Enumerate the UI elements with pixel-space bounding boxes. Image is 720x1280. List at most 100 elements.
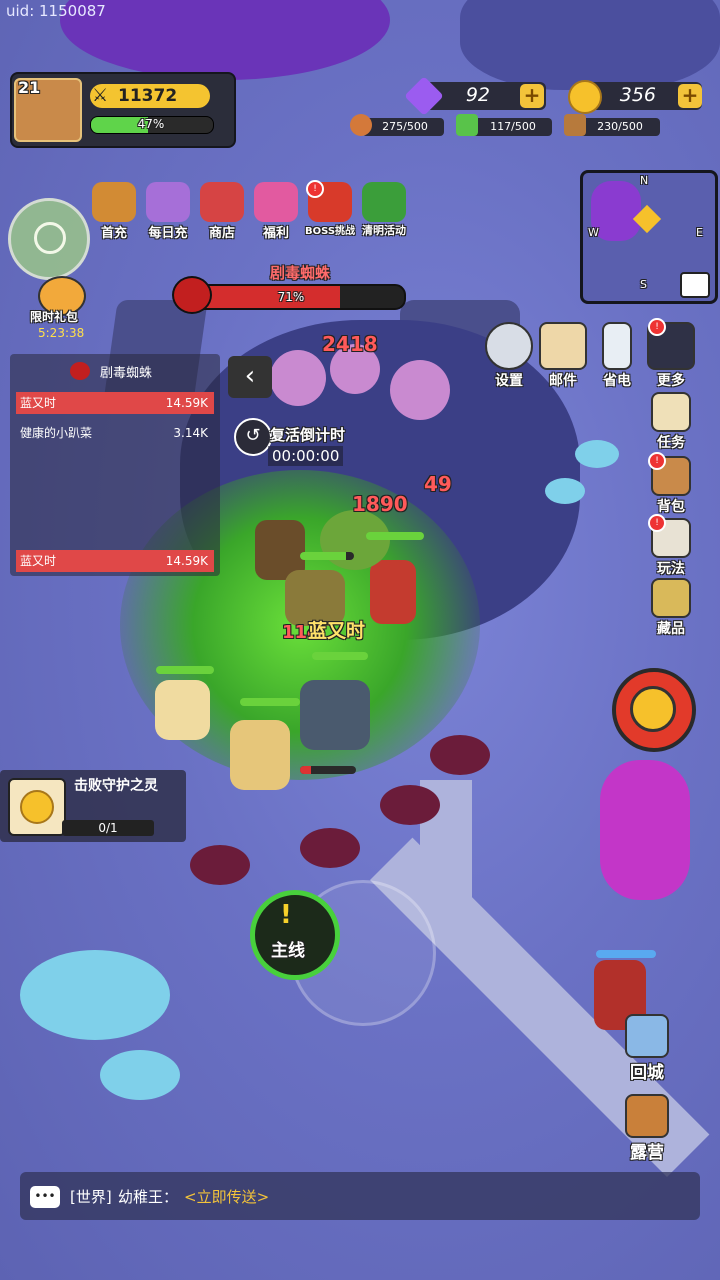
quest-progress: 0/1	[98, 821, 118, 835]
hero-hp-bar	[240, 698, 300, 706]
welfare-label: 福利	[262, 226, 289, 241]
herb-icon	[456, 114, 478, 136]
main-quest-label: 主线	[271, 941, 305, 961]
boss-name: 剧毒蜘蛛	[269, 264, 330, 282]
first-recharge-label: 首充	[100, 226, 127, 241]
settings-button[interactable]: 设置	[482, 322, 536, 390]
gameplay-label: 玩法	[657, 561, 685, 577]
gear-icon	[485, 322, 533, 370]
herb-value: 117/500	[490, 120, 536, 133]
damage-row-value: 14.59K	[165, 396, 208, 410]
limited-gift-label[interactable]: 限时礼包	[30, 308, 78, 325]
damage-number: 1890	[352, 492, 408, 516]
revive-label: 复活倒计时	[270, 426, 346, 444]
chat-channel: [世界]	[70, 1188, 112, 1206]
minimap-south: S	[640, 278, 647, 291]
meat-value: 275/500	[382, 120, 428, 133]
glow-mushroom	[545, 478, 585, 504]
daily-recharge-label: 每日充	[148, 226, 188, 241]
welfare-button[interactable]: 福利	[250, 182, 302, 241]
power-save-button[interactable]: 省电	[590, 322, 644, 390]
minimap-east: E	[696, 226, 703, 239]
shop-stall-icon	[200, 182, 244, 222]
tree-canopy	[60, 0, 390, 80]
boss-challenge-label: BOSS挑战	[304, 226, 356, 237]
shop-button[interactable]: 商店	[196, 182, 248, 241]
envelope-icon	[539, 322, 587, 370]
minimap-west: W	[588, 226, 599, 239]
power-save-label: 省电	[603, 373, 631, 389]
shop-label: 商店	[208, 226, 235, 241]
damage-row-name: 蓝又时	[20, 396, 57, 410]
mail-label: 邮件	[549, 373, 577, 389]
damage-ranking-panel	[10, 354, 220, 576]
add-gems-button[interactable]: +	[520, 84, 544, 108]
gift-box-icon	[254, 182, 298, 222]
first-recharge-button[interactable]: 首充	[88, 182, 140, 241]
quest-title: 击败守护之灵	[74, 778, 158, 794]
notification-badge: !	[648, 318, 666, 336]
camera-icon[interactable]	[680, 272, 710, 298]
crossed-swords-icon: ⚔	[92, 85, 109, 106]
glow-mushroom	[575, 440, 619, 468]
chat-bubble-icon[interactable]: •••	[30, 1186, 60, 1208]
combat-power-value: 11372	[118, 86, 178, 106]
spider-enemy[interactable]	[380, 785, 440, 825]
damage-row-value: 14.59K	[165, 554, 208, 568]
damage-row: 健康的小趴菜 3.14K	[16, 422, 214, 444]
camp-label: 露营	[630, 1143, 664, 1163]
scroll-icon	[651, 392, 691, 432]
camp-button[interactable]: 露营	[620, 1094, 674, 1163]
damage-panel-title: 剧毒蜘蛛	[100, 366, 153, 381]
boss-hp-percent: 71%	[277, 290, 305, 304]
chat-teleport-link[interactable]: <立即传送>	[184, 1186, 269, 1207]
npc-hp-bar	[596, 950, 656, 958]
trophy-icon	[651, 578, 691, 618]
collapse-panel-button[interactable]: ‹	[228, 356, 272, 398]
experience-percent: 47%	[137, 117, 165, 131]
spider-enemy[interactable]	[430, 735, 490, 775]
qingming-event-button[interactable]: 清明活动	[356, 182, 412, 238]
giant-mushroom	[20, 950, 170, 1040]
damage-row-self: 蓝又时 14.59K	[16, 550, 214, 572]
hero-unit[interactable]	[155, 680, 210, 740]
boss-skull-icon	[70, 362, 90, 380]
qingming-event-label: 清明活动	[362, 224, 406, 237]
hero-hp-bar	[366, 532, 424, 540]
user-id: uid: 1150087	[6, 2, 106, 20]
gold-value: 356	[619, 84, 656, 106]
notification-badge: !	[648, 452, 666, 470]
revive-clock-icon: ↺	[234, 418, 272, 456]
settings-label: 设置	[495, 373, 523, 389]
minimap-north: N	[640, 174, 649, 187]
boss-spider[interactable]	[320, 510, 390, 570]
hero-unit[interactable]	[370, 560, 416, 624]
add-gold-button[interactable]: +	[678, 84, 702, 108]
hero-hp-bar	[312, 652, 368, 660]
main-quest-button[interactable]	[250, 890, 340, 980]
daily-recharge-button[interactable]: 每日充	[142, 182, 194, 241]
hero-unit[interactable]	[300, 680, 370, 750]
hero-hp-bar	[300, 766, 356, 774]
spider-enemy[interactable]	[190, 845, 250, 885]
return-city-label: 回城	[630, 1063, 664, 1083]
mail-button[interactable]: 邮件	[536, 322, 590, 390]
giant-mushroom	[100, 1050, 180, 1100]
hero-unit[interactable]	[230, 720, 290, 790]
player-level: 21	[18, 78, 41, 97]
quest-label: 任务	[657, 435, 685, 451]
more-label: 更多	[657, 373, 685, 389]
exclamation-icon: !	[280, 900, 292, 930]
damage-row-value: 3.14K	[173, 426, 208, 440]
castle-gate-icon	[625, 1014, 669, 1058]
gem-cart-icon	[146, 182, 190, 222]
revive-timer: 00:00:00	[268, 446, 344, 466]
spider-enemy[interactable]	[300, 828, 360, 868]
collection-label: 藏品	[657, 621, 685, 637]
return-city-button[interactable]: 回城	[620, 1014, 674, 1083]
damage-row: 蓝又时 14.59K	[16, 392, 214, 414]
king-icon	[92, 182, 136, 222]
collection-button[interactable]: 藏品	[644, 578, 698, 638]
notification-badge: !	[648, 514, 666, 532]
quest-button[interactable]: 任务	[644, 392, 698, 452]
